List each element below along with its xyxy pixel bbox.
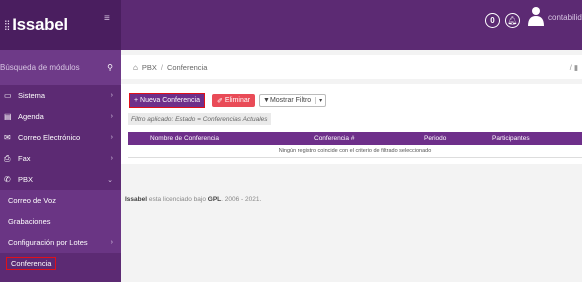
main-content: ⌂ PBX / Conferencia / ▮ + Nueva Conferen… — [121, 50, 582, 282]
filter-icon: ▼ — [263, 97, 270, 104]
conference-panel: + Nueva Conferencia ✐ Eliminar ▼ Mostrar… — [121, 84, 582, 164]
sidebar-subitem-grabaciones[interactable]: Grabaciones — [0, 211, 121, 232]
sidebar-item-label: Correo Electrónico — [18, 133, 81, 142]
sidebar: ⁞⁞ Issabel ≡ Búsqueda de módulos ⚲ ▭ Sis… — [0, 0, 121, 282]
column-header: Nombre de Conferencia — [150, 135, 220, 142]
footer-license[interactable]: GPL — [208, 196, 221, 203]
bell-icon[interactable]: 🔔︎ — [505, 13, 520, 28]
sidebar-subitem-label: Correo de Voz — [8, 196, 56, 205]
eraser-icon: ✐ — [217, 97, 225, 105]
column-header: Conferencia # — [314, 135, 355, 142]
breadcrumb: ⌂ PBX / Conferencia / ▮ — [121, 55, 582, 79]
chevron-right-icon: › — [110, 239, 113, 246]
applied-filter-tag: Filtro aplicado: Estado = Conferencias A… — [128, 113, 271, 125]
chevron-right-icon: › — [110, 92, 113, 99]
home-icon[interactable]: ⌂ — [133, 63, 138, 72]
sidebar-item-label: Agenda — [18, 112, 44, 121]
sidebar-item-label: Sistema — [18, 91, 46, 100]
sidebar-item-fax[interactable]: ⎙ Fax › — [0, 148, 121, 169]
column-header: Participantes — [492, 135, 530, 142]
search-icon[interactable]: ⚲ — [107, 63, 113, 72]
column-header: Periodo — [424, 135, 447, 142]
book-icon: ▤ — [4, 112, 12, 121]
bookmark-icon[interactable]: / ▮ — [570, 63, 578, 72]
user-avatar-icon[interactable] — [528, 6, 544, 26]
chevron-right-icon: › — [110, 134, 113, 141]
caret-down-icon[interactable]: ▾ — [315, 97, 322, 104]
sidebar-item-sistema[interactable]: ▭ Sistema › — [0, 85, 121, 106]
sidebar-item-pbx[interactable]: ✆ PBX ⌄ — [0, 169, 121, 190]
footer: Issabel esta licenciado bajo GPL. 2006 -… — [125, 196, 261, 203]
brand-header: ⁞⁞ Issabel ≡ — [0, 0, 121, 50]
breadcrumb-current: Conferencia — [166, 62, 208, 72]
show-filter-button[interactable]: ▼ Mostrar Filtro ▾ — [259, 94, 327, 107]
table-header: Nombre de Conferencia Conferencia # Peri… — [128, 132, 582, 145]
chevron-right-icon: › — [110, 113, 113, 120]
monitor-icon: ▭ — [4, 91, 12, 100]
sidebar-subitem-label: Configuración por Lotes — [8, 238, 88, 247]
issabel-logo-icon: ⁞⁞ — [4, 17, 10, 33]
notification-count-badge[interactable]: 0 — [485, 13, 500, 28]
chevron-down-icon: ⌄ — [107, 176, 113, 184]
show-filter-label: Mostrar Filtro — [269, 97, 312, 104]
sidebar-item-label: PBX — [18, 175, 34, 184]
module-search-input[interactable]: Búsqueda de módulos — [0, 63, 80, 72]
breadcrumb-root[interactable]: PBX — [142, 63, 157, 72]
sidebar-subitem-conferencia[interactable]: Conferencia — [0, 253, 121, 274]
printer-icon: ⎙ — [4, 153, 11, 163]
table-empty-row: Ningún registro coincide con el criterio… — [128, 145, 582, 158]
module-search[interactable]: Búsqueda de módulos ⚲ — [0, 50, 121, 85]
sidebar-subitem-label: Conferencia — [6, 257, 57, 270]
sidebar-item-correo[interactable]: ✉ Correo Electrónico › — [0, 127, 121, 148]
username[interactable]: contabilida — [548, 13, 582, 22]
phone-icon: ✆ — [4, 175, 11, 184]
sidebar-subitem-label: Grabaciones — [8, 217, 51, 226]
sidebar-item-label: Fax — [18, 154, 31, 163]
footer-text: esta licenciado bajo — [147, 196, 208, 203]
new-conference-button[interactable]: + Nueva Conferencia — [129, 93, 205, 108]
brand-name: Issabel — [12, 15, 68, 34]
breadcrumb-separator: / — [160, 62, 163, 72]
top-bar: 0 🔔︎ contabilida — [121, 0, 582, 50]
envelope-icon: ✉ — [4, 133, 11, 142]
footer-years: . 2006 - 2021. — [221, 196, 262, 203]
sidebar-subitem-correo-de-voz[interactable]: Correo de Voz — [0, 190, 121, 211]
chevron-right-icon: › — [110, 155, 113, 162]
footer-product[interactable]: Issabel — [125, 196, 147, 203]
delete-label: Eliminar — [224, 97, 251, 104]
delete-button[interactable]: ✐ Eliminar — [212, 94, 256, 107]
hamburger-menu-icon[interactable]: ≡ — [104, 13, 110, 24]
sidebar-subitem-configuracion-lotes[interactable]: Configuración por Lotes › — [0, 232, 121, 253]
sidebar-item-agenda[interactable]: ▤ Agenda › — [0, 106, 121, 127]
